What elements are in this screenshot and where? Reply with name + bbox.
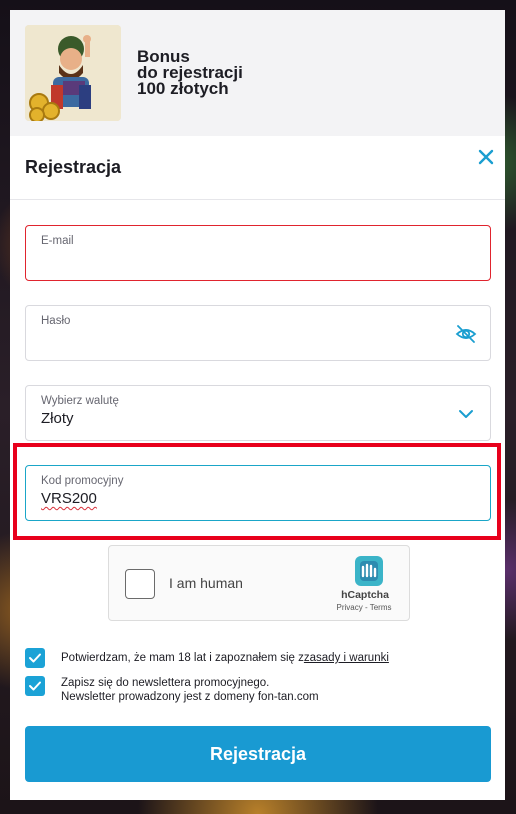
bonus-line-3: 100 złotych <box>137 79 229 98</box>
currency-label: Wybierz walutę <box>41 395 119 407</box>
email-input[interactable] <box>41 248 441 270</box>
modal-header: Rejestracja <box>10 136 505 200</box>
captcha-checkbox[interactable] <box>125 569 155 599</box>
check-icon <box>29 653 41 663</box>
terms-link[interactable]: zasady i warunki <box>304 652 389 664</box>
promo-code-value[interactable]: VRS200 <box>41 490 97 507</box>
age-consent-checkbox[interactable] <box>25 648 45 668</box>
password-label: Hasło <box>41 315 71 327</box>
currency-select[interactable]: Wybierz walutę Złoty <box>25 385 491 441</box>
password-field[interactable]: Hasło <box>25 305 491 361</box>
bonus-banner: Bonus do rejestracji 100 złotych <box>10 10 505 136</box>
currency-value: Złoty <box>41 410 74 427</box>
chevron-down-icon <box>455 403 477 425</box>
close-icon[interactable] <box>477 148 495 166</box>
newsletter-consent-checkbox[interactable] <box>25 676 45 696</box>
captcha-label: I am human <box>169 575 243 591</box>
bonus-character-image <box>25 25 121 121</box>
promo-code-field[interactable]: Kod promocyjny VRS200 <box>25 465 491 521</box>
registration-modal: Bonus do rejestracji 100 złotych Rejestr… <box>10 10 505 800</box>
email-field[interactable]: E-mail <box>25 225 491 281</box>
captcha-terms-link[interactable]: Terms <box>370 603 392 612</box>
password-input[interactable] <box>41 328 441 350</box>
age-consent-label: Potwierdzam, że mam 18 lat i zapoznałem … <box>61 652 304 664</box>
promo-code-label: Kod promocyjny <box>41 475 124 487</box>
age-consent-text: Potwierdzam, że mam 18 lat i zapoznałem … <box>61 651 389 665</box>
age-consent-row: Potwierdzam, że mam 18 lat i zapoznałem … <box>25 648 389 668</box>
newsletter-consent-text: Zapisz się do newslettera promocyjnego. … <box>61 676 319 704</box>
captcha-brand: hCaptcha <box>341 589 389 601</box>
bonus-text: Bonus do rejestracji 100 złotych <box>137 48 243 98</box>
hcaptcha-logo-icon <box>351 554 387 588</box>
hcaptcha-widget: I am human hCaptcha Privacy - Terms <box>108 545 410 621</box>
newsletter-line-1: Zapisz się do newslettera promocyjnego. <box>61 677 270 689</box>
newsletter-consent-row: Zapisz się do newslettera promocyjnego. … <box>25 676 319 704</box>
captcha-privacy-link[interactable]: Privacy <box>337 603 363 612</box>
modal-title: Rejestracja <box>25 157 122 177</box>
check-icon <box>29 681 41 691</box>
register-button[interactable]: Rejestracja <box>25 726 491 782</box>
captcha-links: Privacy - Terms <box>329 603 399 612</box>
captcha-links-separator: - <box>362 603 370 612</box>
newsletter-line-2: Newsletter prowadzony jest z domeny fon-… <box>61 691 319 703</box>
eye-off-icon[interactable] <box>455 323 477 345</box>
email-label: E-mail <box>41 235 74 247</box>
